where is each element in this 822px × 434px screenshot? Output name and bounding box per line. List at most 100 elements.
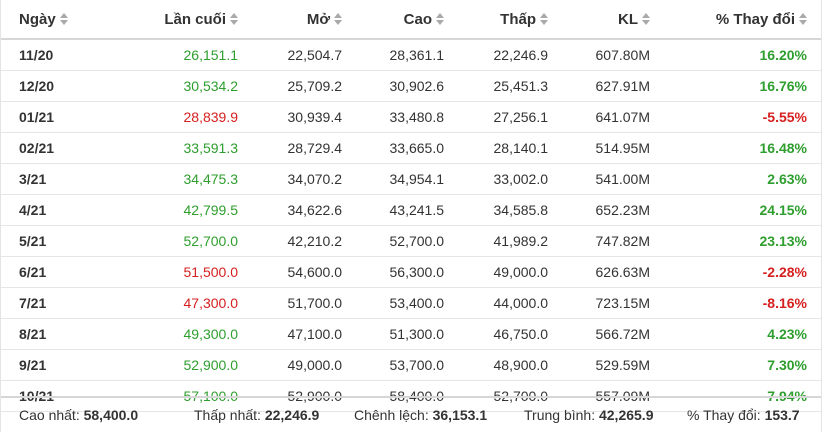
cell-low: 27,256.1 [444, 101, 548, 133]
cell-low: 49,000.0 [444, 256, 548, 288]
column-header-low[interactable]: Thấp [444, 0, 548, 40]
cell-volume: 626.63M [548, 256, 650, 288]
cell-change: 4.23% [650, 318, 821, 350]
cell-date: 11/20 [1, 39, 111, 71]
cell-open: 34,622.6 [238, 194, 342, 226]
cell-high: 30,902.6 [342, 70, 444, 102]
column-header-label: % Thay đổi [715, 10, 795, 28]
cell-open: 54,600.0 [238, 256, 342, 288]
sort-icon[interactable] [334, 12, 342, 25]
column-header-open[interactable]: Mở [238, 0, 342, 40]
cell-high: 33,665.0 [342, 132, 444, 164]
cell-high: 43,241.5 [342, 194, 444, 226]
column-header-volume[interactable]: KL [548, 0, 650, 40]
cell-change: 7.30% [650, 349, 821, 381]
cell-last: 52,700.0 [111, 225, 238, 257]
cell-high: 28,361.1 [342, 39, 444, 71]
cell-open: 47,100.0 [238, 318, 342, 350]
cell-volume: 607.80M [548, 39, 650, 71]
column-header-change[interactable]: % Thay đổi [650, 0, 821, 40]
cell-last: 42,799.5 [111, 194, 238, 226]
column-header-last[interactable]: Lần cuối [111, 0, 238, 40]
cell-date: 7/21 [1, 287, 111, 319]
table-row: 11/20 26,151.1 22,504.7 28,361.1 22,246.9 607… [1, 39, 821, 71]
cell-change: 16.48% [650, 132, 821, 164]
table-row: 6/21 51,500.0 54,600.0 56,300.0 49,000.0 626.… [1, 256, 821, 288]
sort-icon[interactable] [59, 12, 68, 25]
cell-high: 53,400.0 [342, 287, 444, 319]
cell-change: 16.20% [650, 39, 821, 71]
cell-open: 34,070.2 [238, 163, 342, 195]
cell-open: 42,210.2 [238, 225, 342, 257]
sort-icon[interactable] [799, 12, 807, 25]
cell-change: -5.55% [650, 101, 821, 133]
historical-data-table: Ngày Lần cuối Mở Cao Thấp KL % Thay đổi … [1, 0, 821, 412]
cell-date: 8/21 [1, 318, 111, 350]
cell-date: 5/21 [1, 225, 111, 257]
cell-low: 46,750.0 [444, 318, 548, 350]
cell-open: 30,939.4 [238, 101, 342, 133]
summary-low-value: 22,246.9 [264, 407, 320, 423]
table-row: 8/21 49,300.0 47,100.0 51,300.0 46,750.0 566.… [1, 318, 821, 350]
sort-icon[interactable] [540, 12, 548, 25]
summary-average: Trung bình: 42,265.9 [524, 407, 653, 423]
sort-icon[interactable] [230, 12, 238, 25]
column-header-label: Ngày [19, 10, 56, 28]
table-row: 4/21 42,799.5 34,622.6 43,241.5 34,585.8 652.… [1, 194, 821, 226]
cell-change: 23.13% [650, 225, 821, 257]
summary-high-value: 58,400.0 [83, 407, 139, 423]
table-row: 7/21 47,300.0 51,700.0 53,400.0 44,000.0 723.… [1, 287, 821, 319]
cell-date: 4/21 [1, 194, 111, 226]
cell-volume: 541.00M [548, 163, 650, 195]
cell-open: 22,504.7 [238, 39, 342, 71]
cell-last: 47,300.0 [111, 287, 238, 319]
table-header-row: Ngày Lần cuối Mở Cao Thấp KL % Thay đổi [1, 0, 821, 40]
summary-low-label: Thấp nhất: [194, 407, 261, 423]
cell-open: 28,729.4 [238, 132, 342, 164]
sort-icon[interactable] [436, 12, 444, 25]
summary-bar: Cao nhất: 58,400.0 Thấp nhất: 22,246.9 C… [1, 396, 821, 434]
table-row: 9/21 52,900.0 49,000.0 53,700.0 48,900.0 529.… [1, 349, 821, 381]
cell-volume: 723.15M [548, 287, 650, 319]
summary-average-value: 42,265.9 [598, 407, 654, 423]
cell-change: 2.63% [650, 163, 821, 195]
summary-high: Cao nhất: 58,400.0 [19, 407, 138, 423]
cell-date: 12/20 [1, 70, 111, 102]
cell-volume: 652.23M [548, 194, 650, 226]
table-row: 01/21 28,839.9 30,939.4 33,480.8 27,256.1 641… [1, 101, 821, 133]
cell-low: 22,246.9 [444, 39, 548, 71]
cell-last: 33,591.3 [111, 132, 238, 164]
cell-low: 33,002.0 [444, 163, 548, 195]
cell-low: 48,900.0 [444, 349, 548, 381]
cell-high: 53,700.0 [342, 349, 444, 381]
cell-volume: 641.07M [548, 101, 650, 133]
table-row: 02/21 33,591.3 28,729.4 33,665.0 28,140.1 514… [1, 132, 821, 164]
cell-high: 51,300.0 [342, 318, 444, 350]
cell-date: 3/21 [1, 163, 111, 195]
column-header-date[interactable]: Ngày [1, 0, 111, 40]
cell-date: 9/21 [1, 349, 111, 381]
column-header-label: KL [618, 10, 638, 28]
cell-date: 6/21 [1, 256, 111, 288]
column-header-label: Cao [403, 10, 432, 28]
cell-low: 34,585.8 [444, 194, 548, 226]
cell-open: 25,709.2 [238, 70, 342, 102]
summary-change-label: % Thay đổi: [687, 407, 761, 423]
cell-volume: 627.91M [548, 70, 650, 102]
summary-diff: Chênh lệch: 36,153.1 [354, 407, 487, 423]
summary-diff-label: Chênh lệch: [354, 407, 429, 423]
sort-icon[interactable] [642, 12, 650, 25]
summary-diff-value: 36,153.1 [432, 407, 488, 423]
cell-last: 52,900.0 [111, 349, 238, 381]
cell-high: 34,954.1 [342, 163, 444, 195]
cell-volume: 529.59M [548, 349, 650, 381]
summary-change: % Thay đổi: 153.7 [687, 407, 800, 423]
cell-date: 01/21 [1, 101, 111, 133]
cell-high: 52,700.0 [342, 225, 444, 257]
cell-change: -8.16% [650, 287, 821, 319]
summary-average-label: Trung bình: [524, 407, 596, 423]
cell-low: 41,989.2 [444, 225, 548, 257]
cell-last: 26,151.1 [111, 39, 238, 71]
column-header-high[interactable]: Cao [342, 0, 444, 40]
cell-last: 30,534.2 [111, 70, 238, 102]
